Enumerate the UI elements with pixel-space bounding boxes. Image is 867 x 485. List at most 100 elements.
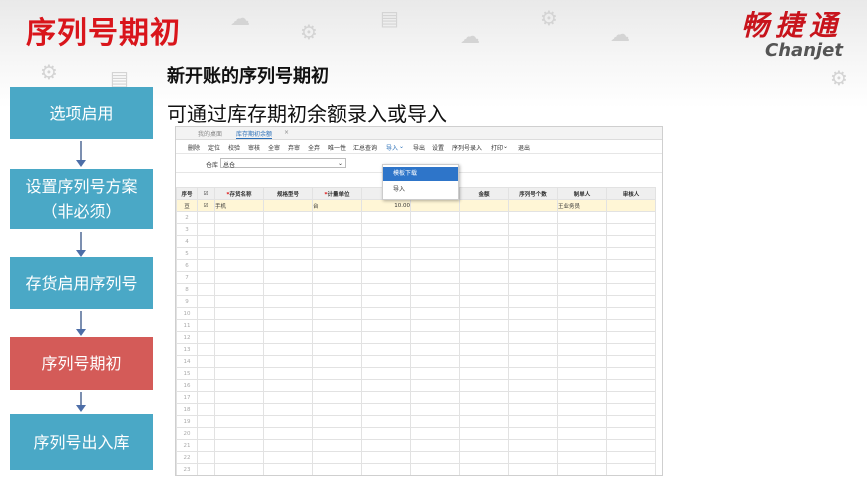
table-cell[interactable]	[214, 331, 264, 344]
table-cell[interactable]	[410, 391, 460, 404]
table-cell[interactable]	[214, 211, 264, 224]
table-cell[interactable]	[508, 319, 558, 332]
table-cell[interactable]	[411, 476, 460, 477]
table-cell[interactable]	[557, 259, 607, 272]
table-cell[interactable]	[263, 427, 313, 440]
table-cell[interactable]	[459, 403, 509, 416]
audit-all-button[interactable]: 全审	[268, 143, 280, 152]
table-row[interactable]: 亘 ☑ 手机 台 10.00 王业务员	[176, 199, 656, 212]
uniqueness-button[interactable]: 唯一性	[328, 143, 346, 152]
table-cell[interactable]	[197, 211, 215, 224]
table-cell[interactable]	[214, 415, 264, 428]
table-cell[interactable]	[606, 283, 656, 296]
table-cell[interactable]	[197, 271, 215, 284]
table-cell[interactable]	[557, 271, 607, 284]
table-row[interactable]: 20	[176, 427, 656, 440]
table-cell[interactable]	[557, 379, 607, 392]
table-cell[interactable]	[459, 451, 509, 464]
table-cell[interactable]	[459, 379, 509, 392]
table-cell[interactable]	[361, 355, 411, 368]
table-cell[interactable]	[197, 235, 215, 248]
table-cell[interactable]	[606, 403, 656, 416]
table-cell[interactable]	[312, 223, 362, 236]
table-cell[interactable]	[361, 343, 411, 356]
table-cell[interactable]	[459, 223, 509, 236]
table-cell[interactable]	[214, 439, 264, 452]
table-cell[interactable]	[459, 427, 509, 440]
print-button[interactable]: 打印	[491, 143, 503, 152]
table-cell[interactable]	[197, 247, 215, 260]
table-cell[interactable]	[606, 223, 656, 236]
table-cell[interactable]	[606, 379, 656, 392]
table-cell[interactable]	[214, 403, 264, 416]
table-cell[interactable]	[459, 259, 509, 272]
table-cell[interactable]	[197, 379, 215, 392]
table-cell[interactable]	[312, 439, 362, 452]
table-cell[interactable]	[508, 451, 558, 464]
table-row[interactable]: 9	[176, 295, 656, 308]
table-row[interactable]: 8	[176, 283, 656, 296]
table-row[interactable]: 10	[176, 307, 656, 320]
table-cell[interactable]	[263, 391, 313, 404]
table-cell[interactable]	[508, 343, 558, 356]
table-cell[interactable]	[361, 247, 411, 260]
table-cell[interactable]	[214, 247, 264, 260]
table-cell[interactable]	[361, 403, 411, 416]
table-cell[interactable]	[606, 247, 656, 260]
table-cell[interactable]	[410, 415, 460, 428]
table-row[interactable]: 5	[176, 247, 656, 260]
table-cell[interactable]	[410, 235, 460, 248]
table-cell[interactable]	[312, 331, 362, 344]
table-row[interactable]: 12	[176, 331, 656, 344]
table-cell[interactable]	[410, 331, 460, 344]
cell-serial-count[interactable]	[508, 199, 558, 212]
table-cell[interactable]	[197, 319, 215, 332]
table-cell[interactable]	[606, 451, 656, 464]
locate-button[interactable]: 定位	[208, 143, 220, 152]
table-cell[interactable]	[197, 451, 215, 464]
table-cell[interactable]	[214, 379, 264, 392]
table-cell[interactable]	[361, 427, 411, 440]
table-cell[interactable]	[361, 223, 411, 236]
table-row[interactable]: 16	[176, 379, 656, 392]
table-cell[interactable]	[361, 211, 411, 224]
table-cell[interactable]	[508, 211, 558, 224]
table-cell[interactable]	[557, 427, 607, 440]
table-cell[interactable]	[197, 223, 215, 236]
table-cell[interactable]	[312, 259, 362, 272]
table-cell[interactable]	[214, 355, 264, 368]
table-cell[interactable]	[361, 439, 411, 452]
table-cell[interactable]	[361, 235, 411, 248]
table-cell[interactable]	[312, 427, 362, 440]
table-cell[interactable]	[312, 211, 362, 224]
table-cell[interactable]	[459, 271, 509, 284]
chevron-down-icon[interactable]: ⌄	[503, 143, 508, 150]
table-cell[interactable]	[557, 439, 607, 452]
cell-price[interactable]	[410, 199, 460, 212]
table-cell[interactable]	[361, 415, 411, 428]
table-cell[interactable]	[312, 403, 362, 416]
table-cell[interactable]	[197, 415, 215, 428]
table-cell[interactable]	[606, 439, 656, 452]
table-cell[interactable]	[263, 439, 313, 452]
table-cell[interactable]	[508, 271, 558, 284]
table-cell[interactable]	[410, 343, 460, 356]
table-row[interactable]: 13	[176, 343, 656, 356]
table-row[interactable]: 17	[176, 391, 656, 404]
table-cell[interactable]	[508, 427, 558, 440]
table-cell[interactable]	[263, 379, 313, 392]
table-cell[interactable]	[263, 271, 313, 284]
table-cell[interactable]	[508, 307, 558, 320]
table-cell[interactable]	[197, 367, 215, 380]
table-cell[interactable]	[459, 331, 509, 344]
table-cell[interactable]	[361, 391, 411, 404]
table-cell[interactable]	[557, 331, 607, 344]
table-cell[interactable]	[361, 271, 411, 284]
table-cell[interactable]	[557, 283, 607, 296]
check-button[interactable]: 校验	[228, 143, 240, 152]
table-cell[interactable]	[459, 463, 509, 475]
table-cell[interactable]	[312, 307, 362, 320]
tab-my-desktop[interactable]: 我的桌面	[198, 129, 222, 138]
table-cell[interactable]	[606, 391, 656, 404]
settings-button[interactable]: 设置	[432, 143, 444, 152]
